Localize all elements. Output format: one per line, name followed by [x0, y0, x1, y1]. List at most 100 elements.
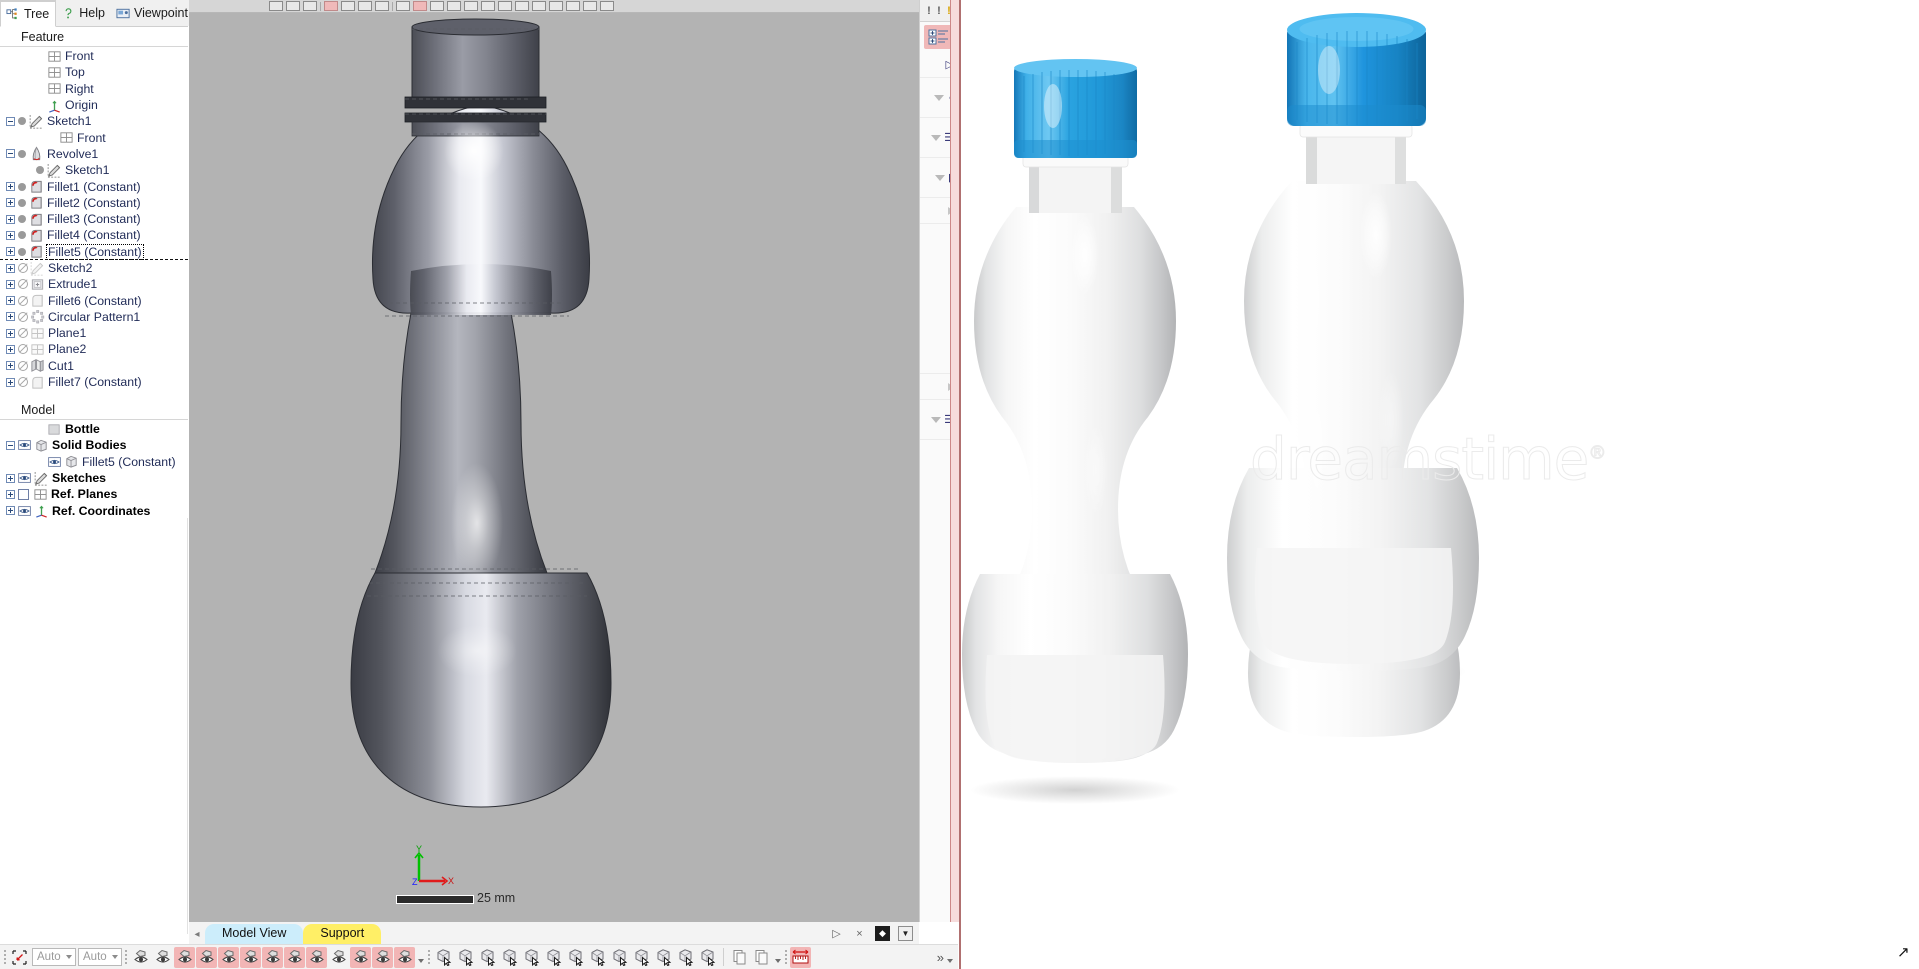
toolbar-button[interactable] — [303, 1, 317, 11]
play-icon[interactable]: ▷ — [829, 926, 844, 941]
tab-help[interactable]: Help — [56, 0, 111, 26]
right-strip-scrollbar[interactable] — [950, 0, 959, 922]
expand-icon[interactable] — [6, 296, 15, 306]
chevron-down-icon[interactable] — [66, 955, 72, 959]
tree-node[interactable]: Bottle — [0, 421, 188, 437]
toolbar-button[interactable] — [464, 1, 478, 11]
expand-icon[interactable] — [6, 473, 15, 483]
show-planes-icon[interactable] — [328, 947, 349, 968]
select-plane-icon[interactable] — [653, 947, 674, 968]
3d-viewport[interactable]: Y X Z 25 mm — [189, 0, 919, 922]
tree-node[interactable]: Plane1 — [0, 325, 188, 341]
select-top-edge-icon[interactable] — [587, 947, 608, 968]
toolbar-button[interactable] — [481, 1, 495, 11]
toolbar-grip[interactable] — [3, 948, 7, 966]
toolbar-button[interactable] — [269, 1, 283, 11]
select-sketch-icon[interactable] — [675, 947, 696, 968]
tree-node[interactable]: Front — [0, 129, 188, 145]
expand-icon[interactable] — [6, 344, 15, 354]
toolbar-button[interactable] — [566, 1, 580, 11]
close-icon[interactable]: × — [852, 926, 867, 941]
dropdown-icon[interactable]: ▼ — [898, 926, 913, 941]
tree-node[interactable]: Front — [0, 48, 188, 64]
toolbar-button[interactable] — [358, 1, 372, 11]
expand-icon[interactable] — [6, 328, 15, 338]
tree-node[interactable]: Fillet3 (Constant) — [0, 211, 188, 227]
visibility-toggle[interactable] — [18, 473, 31, 483]
show-dimensions-icon[interactable] — [394, 946, 415, 968]
copy-icon[interactable] — [729, 947, 750, 968]
filter-scope-combo[interactable]: Auto — [78, 948, 122, 966]
expand-icon[interactable] — [6, 214, 15, 224]
tab-support[interactable]: Support — [303, 924, 382, 944]
toolbar-button[interactable] — [341, 1, 355, 11]
tree-node[interactable]: Fillet2 (Constant) — [0, 195, 188, 211]
tab-viewpoint[interactable]: Viewpoint — [110, 0, 194, 26]
triangle-icon[interactable] — [931, 134, 942, 141]
toolbar-button[interactable] — [498, 1, 512, 11]
toolbar-button[interactable] — [286, 1, 300, 11]
show-all-points-icon[interactable] — [174, 946, 195, 968]
viewport-toolbar[interactable] — [189, 0, 919, 13]
shaded-view-icon[interactable] — [130, 947, 151, 968]
select-face-icon[interactable] — [477, 947, 498, 968]
resize-handle-icon[interactable]: ↗ — [1897, 945, 1913, 961]
visibility-toggle[interactable] — [18, 440, 31, 451]
rollback-bar[interactable] — [0, 258, 188, 260]
tree-node[interactable]: Fillet5 (Constant) — [0, 243, 188, 260]
select-dimension-icon[interactable] — [697, 947, 718, 968]
toolbar-grip[interactable] — [784, 948, 788, 966]
expand-icon[interactable] — [6, 361, 15, 371]
toolbar-button[interactable] — [396, 1, 410, 11]
show-curves-icon[interactable] — [306, 946, 327, 968]
toolbar-button[interactable] — [515, 1, 529, 11]
toolbar-button[interactable] — [324, 1, 338, 11]
expand-icon[interactable] — [6, 230, 15, 240]
utility-toolbar[interactable] — [729, 947, 772, 968]
show-points-icon[interactable] — [284, 946, 305, 968]
collapse-icon[interactable] — [6, 149, 15, 159]
tree-node[interactable]: Fillet1 (Constant) — [0, 178, 188, 194]
toolbar-overflow[interactable]: » — [937, 948, 958, 966]
tree-node[interactable]: Origin — [0, 97, 188, 113]
triangle-icon[interactable] — [931, 416, 942, 423]
toolbar-button[interactable] — [430, 1, 444, 11]
visibility-checkbox[interactable] — [18, 488, 29, 500]
toolbar-button[interactable] — [413, 1, 427, 11]
tree-node[interactable]: Circular Pattern1 — [0, 309, 188, 325]
toolbar-button[interactable] — [532, 1, 546, 11]
visibility-toolbar[interactable] — [130, 946, 415, 968]
select-edge-vertex-icon[interactable] — [499, 947, 520, 968]
tree-node[interactable]: Cut1 — [0, 358, 188, 374]
scrollbar-thumb[interactable] — [951, 0, 959, 922]
toolbar-button[interactable] — [375, 1, 389, 11]
utility-overflow-icon[interactable] — [774, 948, 782, 966]
tree-node[interactable]: Ref. Coordinates — [0, 502, 188, 518]
tab-tree[interactable]: Tree — [0, 0, 57, 27]
visibility-eye-icon[interactable] — [18, 473, 31, 483]
toolbar-button[interactable] — [447, 1, 461, 11]
expand-icon[interactable] — [6, 263, 15, 273]
collapse-icon[interactable] — [6, 440, 15, 450]
bottom-toolbar[interactable]: Auto Auto » — [0, 944, 958, 969]
visibility-overflow-icon[interactable] — [417, 948, 425, 966]
overflow-chevrons-icon[interactable]: » — [937, 950, 944, 965]
triangle-icon[interactable] — [934, 94, 945, 101]
tree-node[interactable]: Revolve1 — [0, 146, 188, 162]
tree-node[interactable]: Fillet4 (Constant) — [0, 227, 188, 243]
select-top-face-icon[interactable] — [565, 947, 586, 968]
measure-ruler-icon[interactable] — [751, 947, 772, 968]
show-sketch-active-icon[interactable] — [262, 946, 283, 968]
show-coordinates-icon[interactable] — [372, 946, 393, 968]
feature-tree[interactable]: Front Top Right Origin Sketch1 Front Rev… — [0, 48, 188, 400]
visibility-eye-icon[interactable] — [18, 505, 31, 516]
expand-icon[interactable] — [6, 247, 15, 257]
tree-node[interactable]: Fillet6 (Constant) — [0, 292, 188, 308]
expand-icon[interactable] — [6, 377, 15, 387]
expand-icon[interactable] — [6, 182, 15, 192]
toolbar-grip[interactable] — [427, 948, 431, 966]
select-side-face-icon[interactable] — [609, 947, 630, 968]
expand-icon[interactable] — [6, 489, 15, 499]
expand-icon[interactable] — [6, 279, 15, 289]
visibility-eye-icon[interactable] — [18, 440, 31, 451]
